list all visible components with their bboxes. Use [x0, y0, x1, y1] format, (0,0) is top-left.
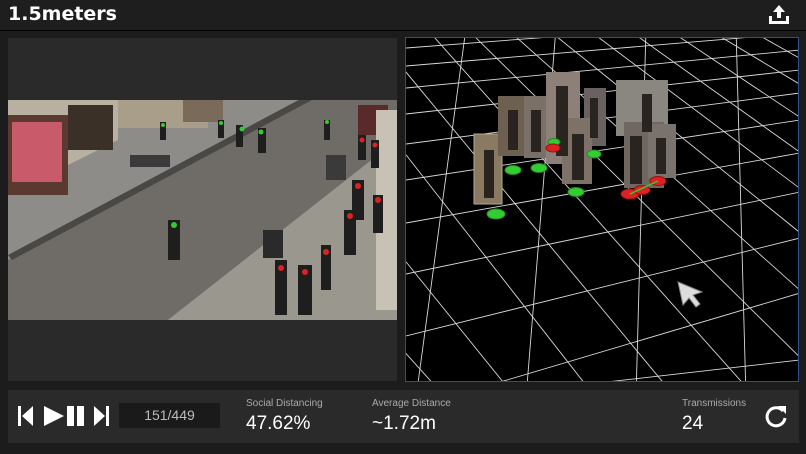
street-scene-image	[8, 100, 397, 320]
skip-forward-button[interactable]	[93, 404, 109, 428]
cursor-arrow-icon	[677, 281, 704, 308]
bird-eye-view-panel[interactable]	[405, 37, 799, 382]
header-divider	[0, 30, 806, 31]
refresh-icon	[765, 406, 787, 428]
social-distancing-label: Social Distancing	[246, 398, 323, 409]
play-pause-button[interactable]	[44, 404, 86, 428]
upload-icon	[769, 5, 789, 24]
playback-controls: 151/449 Social Distancing 47.62% Average…	[8, 390, 799, 443]
refresh-button[interactable]	[763, 403, 789, 429]
social-distancing-value: 47.62%	[246, 413, 311, 434]
play-pause-icon	[44, 406, 84, 426]
average-distance-value: ~1.72m	[372, 413, 436, 434]
transmissions-label: Transmissions	[682, 398, 747, 409]
person-thumbnails	[473, 72, 676, 205]
upload-button[interactable]	[766, 3, 792, 27]
app-title: 1.5meters	[8, 3, 117, 25]
skip-forward-icon	[94, 406, 109, 426]
average-distance-label: Average Distance	[372, 398, 451, 409]
skip-back-button[interactable]	[18, 404, 34, 428]
transmissions-value: 24	[682, 413, 704, 434]
frame-counter: 151/449	[119, 403, 220, 428]
camera-video[interactable]	[8, 100, 397, 320]
3d-grid-view	[406, 38, 798, 381]
top-bar: 1.5meters	[0, 0, 806, 30]
camera-panel	[8, 38, 397, 381]
skip-back-icon	[18, 406, 33, 426]
